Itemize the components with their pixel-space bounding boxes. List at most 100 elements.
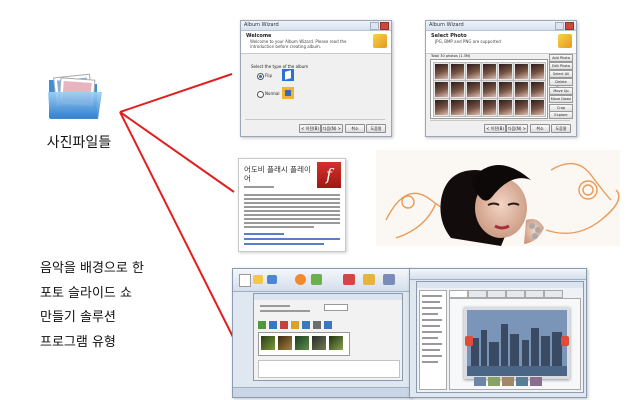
flip-radio[interactable]: [257, 73, 264, 80]
list-item[interactable]: [422, 325, 440, 327]
frame-thumbnail[interactable]: [329, 336, 343, 350]
edit-tool-icon[interactable]: [280, 321, 288, 329]
list-item[interactable]: [422, 319, 442, 321]
list-item[interactable]: [422, 313, 438, 315]
photo-folder-icon[interactable]: [46, 72, 104, 122]
toolbar-icon[interactable]: [363, 274, 375, 285]
photo-thumbnail[interactable]: [449, 80, 466, 99]
link-line[interactable]: [244, 238, 340, 240]
list-item[interactable]: [422, 331, 442, 333]
photo-grid[interactable]: [430, 59, 548, 119]
link-line[interactable]: [244, 243, 324, 245]
strip-thumbnail[interactable]: [516, 377, 528, 386]
prev-slide-icon[interactable]: [465, 336, 473, 346]
toolbar-icon[interactable]: [267, 275, 277, 284]
toolbar-icon[interactable]: [253, 275, 263, 284]
strip-thumbnail[interactable]: [502, 377, 514, 386]
next-slide-icon[interactable]: [561, 336, 569, 346]
photo-thumbnail[interactable]: [465, 62, 482, 81]
move-up-button[interactable]: Move Up: [549, 87, 573, 95]
toolbar-icon[interactable]: [311, 274, 322, 285]
explore-button[interactable]: Explore: [549, 111, 573, 119]
thumbnail-strip[interactable]: [474, 377, 554, 386]
edit-tool-icon[interactable]: [291, 321, 299, 329]
edit-photo-button[interactable]: Edit Photo: [549, 62, 573, 70]
delete-photo-button[interactable]: Delete Photo: [549, 78, 573, 90]
photo-thumbnail[interactable]: [481, 80, 498, 99]
tab[interactable]: [449, 290, 468, 298]
photo-thumbnail[interactable]: [481, 98, 498, 117]
strip-thumbnail[interactable]: [488, 377, 500, 386]
list-item[interactable]: [422, 337, 438, 339]
strip-thumbnail[interactable]: [474, 377, 486, 386]
tab[interactable]: [544, 290, 563, 298]
photo-thumbnail[interactable]: [481, 62, 498, 81]
minimize-icon[interactable]: [370, 22, 379, 30]
tab[interactable]: [487, 290, 506, 298]
list-item[interactable]: [422, 355, 442, 357]
minimize-icon[interactable]: [555, 22, 564, 30]
photo-thumbnail[interactable]: [433, 62, 450, 81]
cancel-button[interactable]: 취소: [345, 124, 365, 133]
sample-portrait-photo: [376, 150, 620, 246]
tab[interactable]: [506, 290, 525, 298]
photo-thumbnail[interactable]: [433, 98, 450, 117]
tab[interactable]: [468, 290, 487, 298]
next-button[interactable]: 다음(N) >: [506, 124, 528, 133]
ribbon-toolbar: [410, 269, 586, 280]
help-button[interactable]: 도움말: [551, 124, 571, 133]
toolbar-icon[interactable]: [383, 274, 395, 285]
photo-thumbnail[interactable]: [497, 98, 514, 117]
frame-thumbnail[interactable]: [261, 336, 275, 350]
list-item[interactable]: [422, 295, 442, 297]
template-list[interactable]: [419, 290, 447, 390]
frame-thumbnail[interactable]: [312, 336, 326, 350]
photo-thumbnail[interactable]: [465, 80, 482, 99]
frame-strip[interactable]: [258, 332, 350, 356]
close-icon[interactable]: [380, 22, 389, 30]
photo-thumbnail[interactable]: [433, 80, 450, 99]
close-icon[interactable]: [565, 22, 574, 30]
cancel-button[interactable]: 취소: [530, 124, 550, 133]
photo-thumbnail[interactable]: [465, 98, 482, 117]
photo-thumbnail[interactable]: [497, 62, 514, 81]
list-item[interactable]: [422, 301, 440, 303]
edit-tool-icon[interactable]: [313, 321, 321, 329]
back-button[interactable]: < 이전(B): [299, 124, 321, 133]
back-button[interactable]: < 이전(B): [484, 124, 506, 133]
normal-radio[interactable]: [257, 91, 264, 98]
photo-thumbnail[interactable]: [513, 80, 530, 99]
edit-tool-icon[interactable]: [302, 321, 310, 329]
toolbar-icon[interactable]: [295, 274, 306, 285]
next-button[interactable]: 다음(N) >: [321, 124, 343, 133]
settings-field[interactable]: [324, 304, 348, 311]
photo-thumbnail[interactable]: [513, 98, 530, 117]
photo-thumbnail[interactable]: [529, 98, 546, 117]
list-item[interactable]: [422, 361, 438, 363]
photo-thumbnail[interactable]: [449, 98, 466, 117]
add-photo-button[interactable]: Add Photo: [549, 54, 573, 62]
photo-thumbnail[interactable]: [513, 62, 530, 81]
edit-tool-icon[interactable]: [269, 321, 277, 329]
photo-thumbnail[interactable]: [529, 80, 546, 99]
strip-thumbnail[interactable]: [530, 377, 542, 386]
list-item[interactable]: [422, 343, 442, 345]
text-line: [244, 226, 314, 228]
frame-thumbnail[interactable]: [278, 336, 292, 350]
list-item[interactable]: [422, 307, 442, 309]
toolbar-icon[interactable]: [343, 274, 355, 285]
tab[interactable]: [525, 290, 544, 298]
edit-tool-icon[interactable]: [258, 321, 266, 329]
edit-tool-icon[interactable]: [324, 321, 332, 329]
link-line[interactable]: [244, 233, 284, 235]
toolbar-icon[interactable]: [239, 274, 251, 287]
title-bar: Album Wizard: [426, 21, 576, 31]
list-item[interactable]: [422, 349, 440, 351]
photo-thumbnail[interactable]: [449, 62, 466, 81]
move-down-button[interactable]: Move Down: [549, 95, 573, 103]
photo-thumbnail[interactable]: [529, 62, 546, 81]
select-all-button[interactable]: Select All: [549, 70, 573, 78]
help-button[interactable]: 도움말: [366, 124, 386, 133]
frame-thumbnail[interactable]: [295, 336, 309, 350]
photo-thumbnail[interactable]: [497, 80, 514, 99]
